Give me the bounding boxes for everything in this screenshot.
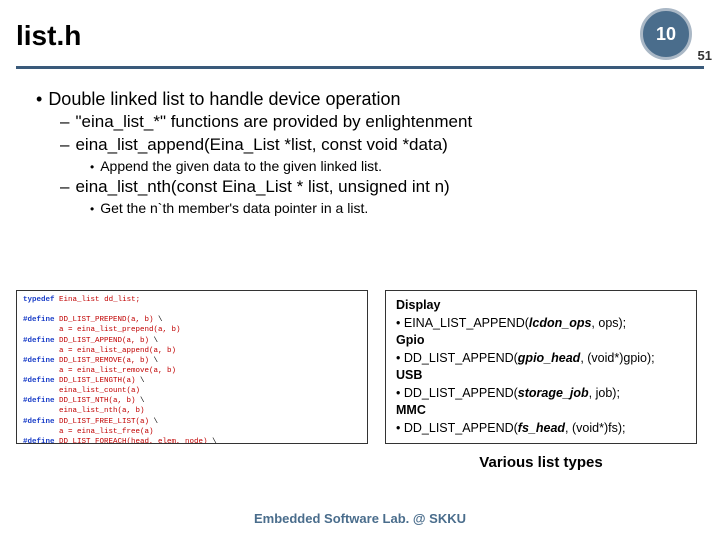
type-gpio-head: Gpio [396,333,424,347]
slide-title: list.h [16,20,81,52]
code-box: typedef Eina_list dd_list; #define DD_LI… [16,290,368,444]
page-badge-wrap: 10 [640,8,692,60]
list-types-caption: Various list types [479,454,602,471]
bullet-3b: Get the n`th member's data pointer in a … [90,199,694,218]
bullet-2b: eina_list_append(Eina_List *list, const … [60,134,694,157]
right-column: Display • EINA_LIST_APPEND(lcdon_ops, op… [378,290,704,471]
type-mmc-head: MMC [396,403,426,417]
bullet-3a: Append the given data to the given linke… [90,157,694,176]
title-rule [16,66,704,69]
type-usb-head: USB [396,368,422,382]
footer-text: Embedded Software Lab. @ SKKU [0,511,720,526]
bullet-2a: "eina_list_*" functions are provided by … [60,111,694,134]
type-display-head: Display [396,298,440,312]
bullet-1: Double linked list to handle device oper… [36,87,694,111]
bullet-2c: eina_list_nth(const Eina_List * list, un… [60,176,694,199]
lower-panels: typedef Eina_list dd_list; #define DD_LI… [16,290,704,471]
list-types-box: Display • EINA_LIST_APPEND(lcdon_ops, op… [385,290,697,444]
title-bar: list.h 10 [0,0,720,66]
page-badge: 10 [640,8,692,60]
content-area: Double linked list to handle device oper… [0,83,720,218]
page-sub-number: 51 [698,48,712,63]
